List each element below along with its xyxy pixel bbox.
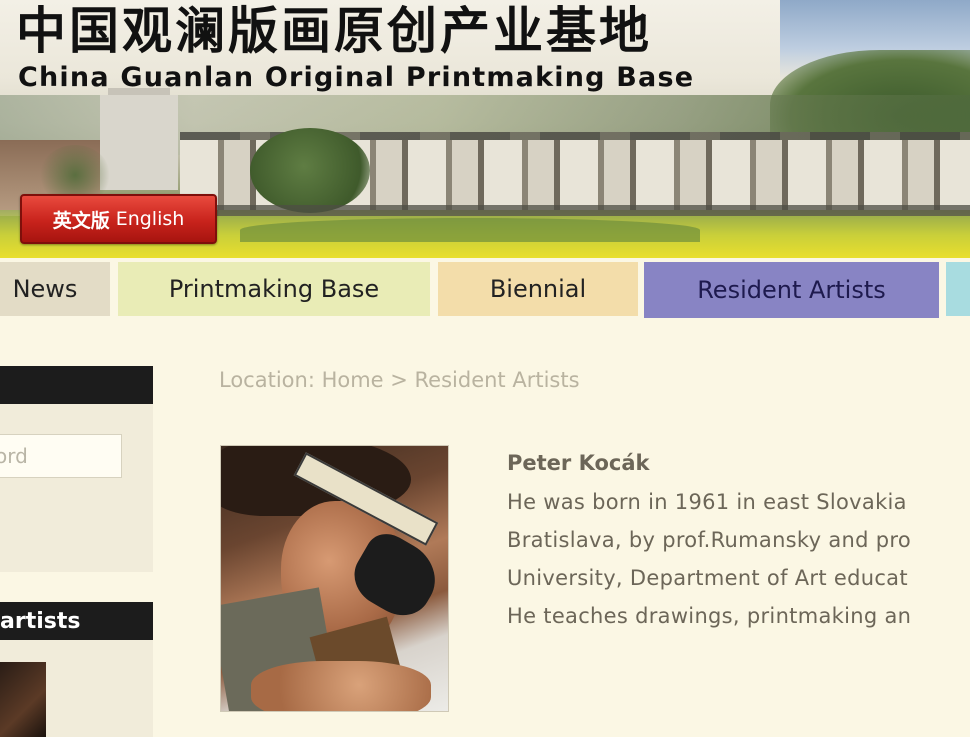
english-version-button[interactable]: 英文版 English (20, 194, 217, 244)
artist-bio-line: He teaches drawings, printmaking an (507, 604, 912, 628)
site-title-english: China Guanlan Original Printmaking Base (18, 62, 695, 93)
sidebar-artists-heading-label: artists (0, 608, 81, 634)
artist-name: Peter Kocák (507, 451, 650, 475)
language-button-chinese-label: 英文版 (52, 209, 110, 232)
artist-photo (220, 445, 449, 712)
language-button-english-label: English (115, 208, 185, 230)
nav-tab-news[interactable]: News (0, 262, 110, 316)
watchtower (100, 95, 178, 190)
nav-tab-printmaking-base[interactable]: Printmaking Base (118, 262, 430, 316)
header-banner: 中国观澜版画原创产业基地 China Guanlan Original Prin… (0, 0, 970, 258)
sidebar-artists-heading: artists (0, 602, 153, 640)
artist-bio-line: University, Department of Art educat (507, 566, 908, 590)
site-title-chinese: 中国观澜版画原创产业基地 (16, 2, 652, 60)
grass (240, 218, 700, 242)
artist-thumbnail[interactable] (0, 662, 46, 737)
artist-bio-line: Bratislava, by prof.Rumansky and pro (507, 528, 911, 552)
main-navigation: News Printmaking Base Biennial Resident … (0, 262, 970, 318)
sidebar-search-heading (0, 366, 153, 404)
artist-bio-line: He was born in 1961 in east Slovakia (507, 490, 907, 514)
nav-tab-biennial[interactable]: Biennial (438, 262, 638, 316)
breadcrumb: Location: Home > Resident Artists (219, 368, 580, 392)
sidebar-search-panel (0, 404, 153, 572)
nav-tab-next[interactable] (946, 262, 970, 316)
keyword-search-input[interactable] (0, 434, 122, 478)
nav-tab-resident-artists[interactable]: Resident Artists (644, 262, 939, 318)
tree (250, 128, 370, 213)
